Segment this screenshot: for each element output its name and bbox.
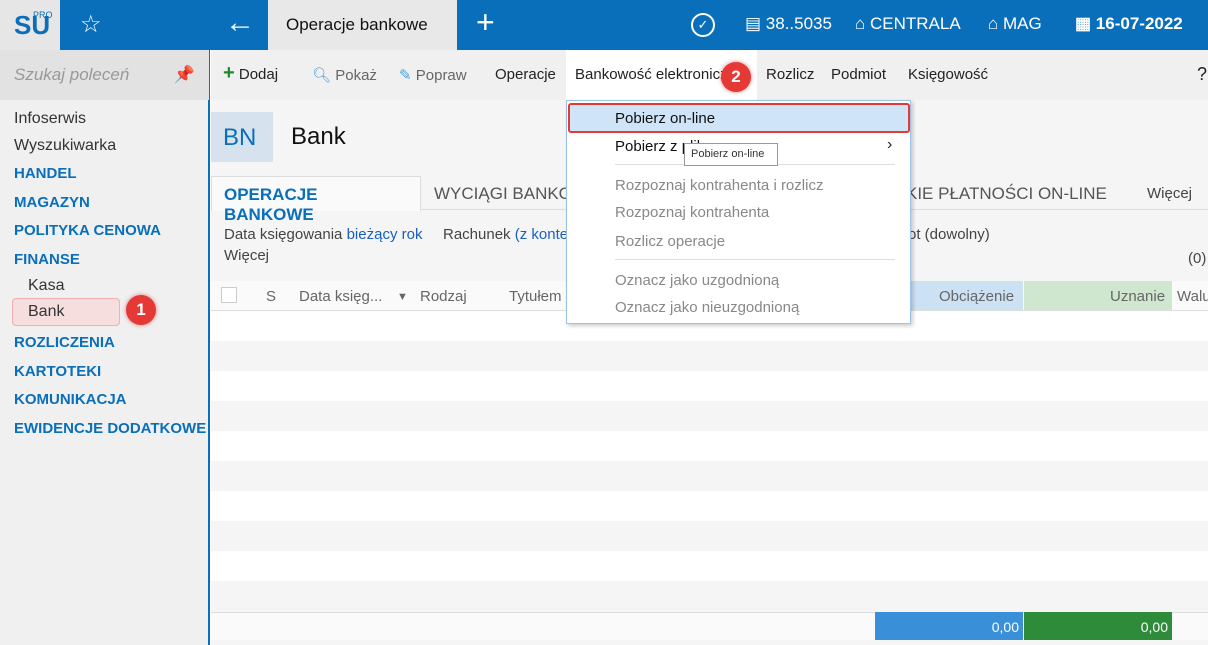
col-credit[interactable]: Uznanie <box>1110 288 1165 305</box>
show-button[interactable]: 🔍︎ Pokaż <box>312 66 377 84</box>
menu-item-recognize[interactable]: Rozpoznaj kontrahenta <box>615 204 769 221</box>
sidebar-item-finanse[interactable]: FINANSE <box>14 251 80 268</box>
col-debit[interactable]: Obciążenie <box>939 288 1014 305</box>
date-text: 16-07-2022 <box>1095 14 1183 33</box>
user-indicator[interactable]: ▤ 38..5035 <box>745 14 832 34</box>
search-placeholder: Szukaj poleceń <box>14 65 130 84</box>
star-icon[interactable]: ☆ <box>80 10 102 39</box>
show-label: Pokaż <box>335 67 377 84</box>
total-debit: 0,00 <box>875 612 1023 640</box>
sidebar-item-kasa[interactable]: Kasa <box>28 277 64 295</box>
pin-icon[interactable]: 📌 <box>174 65 195 85</box>
date-indicator[interactable]: ▦ 16-07-2022 <box>1075 14 1183 34</box>
chevron-right-icon: › <box>887 136 893 153</box>
org-icon: ⌂ <box>855 14 870 33</box>
edit-label: Popraw <box>415 67 467 84</box>
tab-operacje-bankowe[interactable]: Operacje bankowe <box>268 0 457 50</box>
menu-item-recognize-settle[interactable]: Rozpoznaj kontrahenta i rozlicz <box>615 177 823 194</box>
filter-date-label: Data księgowania <box>224 226 343 243</box>
toolbar: + Dodaj 🔍︎ Pokaż ✎ Popraw Operacje Banko… <box>211 50 1208 100</box>
help-button[interactable]: ? <box>1197 64 1207 85</box>
sidebar-item-bank[interactable]: Bank <box>28 303 64 321</box>
logo-sup: PRO <box>33 10 53 20</box>
tab-platnosci[interactable]: KIE PŁATNOŚCI ON-LINE <box>906 184 1107 204</box>
add-label: Dodaj <box>238 66 279 83</box>
add-tab-icon[interactable]: + <box>476 4 495 41</box>
warehouse-icon: ⌂ <box>988 14 1003 33</box>
tab-operacje-bankowe-sub[interactable]: OPERACJE BANKOWE <box>211 176 421 224</box>
total-credit: 0,00 <box>1024 612 1172 640</box>
menu-item-mark-reconciled[interactable]: Oznacz jako uzgodnioną <box>615 272 779 289</box>
filter-more[interactable]: Więcej <box>224 247 269 264</box>
filter-account[interactable]: Rachunek (z konte <box>443 226 568 243</box>
center-text: CENTRALA <box>870 14 961 33</box>
operations-menu[interactable]: Operacje <box>495 66 556 83</box>
sidebar-item-kartoteki[interactable]: KARTOTEKI <box>14 363 101 380</box>
check-icon[interactable]: ✓ <box>691 13 715 37</box>
sidebar-item-magazyn[interactable]: MAGAZYN <box>14 194 90 211</box>
user-text: 38..5035 <box>765 14 832 33</box>
col-date[interactable]: Data księg... <box>299 288 382 305</box>
accounting-menu[interactable]: Księgowość <box>908 66 988 83</box>
page-title: Bank <box>291 123 346 150</box>
calendar-icon: ▦ <box>1075 14 1096 33</box>
plus-icon: + <box>223 62 235 84</box>
center-indicator[interactable]: ⌂ CENTRALA <box>855 14 961 34</box>
filter-other[interactable]: ot (dowolny) <box>908 226 990 243</box>
menu-item-settle[interactable]: Rozlicz operacje <box>615 233 725 250</box>
sort-desc-icon[interactable]: ▼ <box>397 291 408 303</box>
search-icon: 🔍︎ <box>312 67 332 84</box>
tooltip: Pobierz on-line <box>684 143 778 166</box>
filter-account-value[interactable]: (z konte <box>515 226 568 243</box>
ebanking-dropdown: Pobierz on-line Pobierz z pliku › Rozpoz… <box>566 100 911 324</box>
module-code: BN <box>211 112 273 162</box>
warehouse-indicator[interactable]: ⌂ MAG <box>988 14 1042 34</box>
sidebar-item-komunikacja[interactable]: KOMUNIKACJA <box>14 391 127 408</box>
add-button[interactable]: + Dodaj <box>223 63 279 83</box>
filter-date[interactable]: Data księgowania bieżący rok <box>224 226 422 243</box>
entity-menu[interactable]: Podmiot <box>831 66 886 83</box>
select-all-checkbox[interactable] <box>221 287 237 303</box>
sidebar-item-ewidencje[interactable]: EWIDENCJE DODATKOWE <box>14 420 206 437</box>
back-arrow-icon[interactable]: ← <box>225 6 255 40</box>
warehouse-text: MAG <box>1003 14 1042 33</box>
command-search-input[interactable]: Szukaj poleceń 📌 <box>0 50 209 100</box>
step-badge-2: 2 <box>721 62 751 92</box>
edit-button[interactable]: ✎ Popraw <box>399 66 467 84</box>
sidebar-item-wyszukiwarka[interactable]: Wyszukiwarka <box>14 137 116 155</box>
sidebar-item-infoserwis[interactable]: Infoserwis <box>14 110 86 128</box>
sidebar-item-handel[interactable]: HANDEL <box>14 165 77 182</box>
col-currency[interactable]: Walu <box>1177 288 1208 305</box>
col-status[interactable]: S <box>266 288 276 305</box>
filter-date-value[interactable]: bieżący rok <box>347 226 423 243</box>
brush-icon: ✎ <box>399 67 412 84</box>
menu-item-mark-unreconciled[interactable]: Oznacz jako nieuzgodnioną <box>615 299 799 316</box>
sidebar-item-polityka-cenowa[interactable]: POLITYKA CENOWA <box>14 222 161 239</box>
col-title[interactable]: Tytułem <box>509 288 562 305</box>
step-badge-1: 1 <box>126 295 156 325</box>
filter-account-label: Rachunek <box>443 226 511 243</box>
record-count: (0) <box>1188 250 1207 267</box>
user-icon: ▤ <box>745 14 766 33</box>
ebanking-menu[interactable]: Bankowość elektroniczna <box>575 66 744 83</box>
app-logo[interactable]: SU PRO <box>0 0 60 50</box>
settle-menu[interactable]: Rozlicz <box>766 66 814 83</box>
tab-more[interactable]: Więcej <box>1147 185 1192 202</box>
menu-label-download-online: Pobierz on-line <box>615 110 716 127</box>
sidebar-item-rozliczenia[interactable]: ROZLICZENIA <box>14 334 115 351</box>
col-type[interactable]: Rodzaj <box>420 288 467 305</box>
